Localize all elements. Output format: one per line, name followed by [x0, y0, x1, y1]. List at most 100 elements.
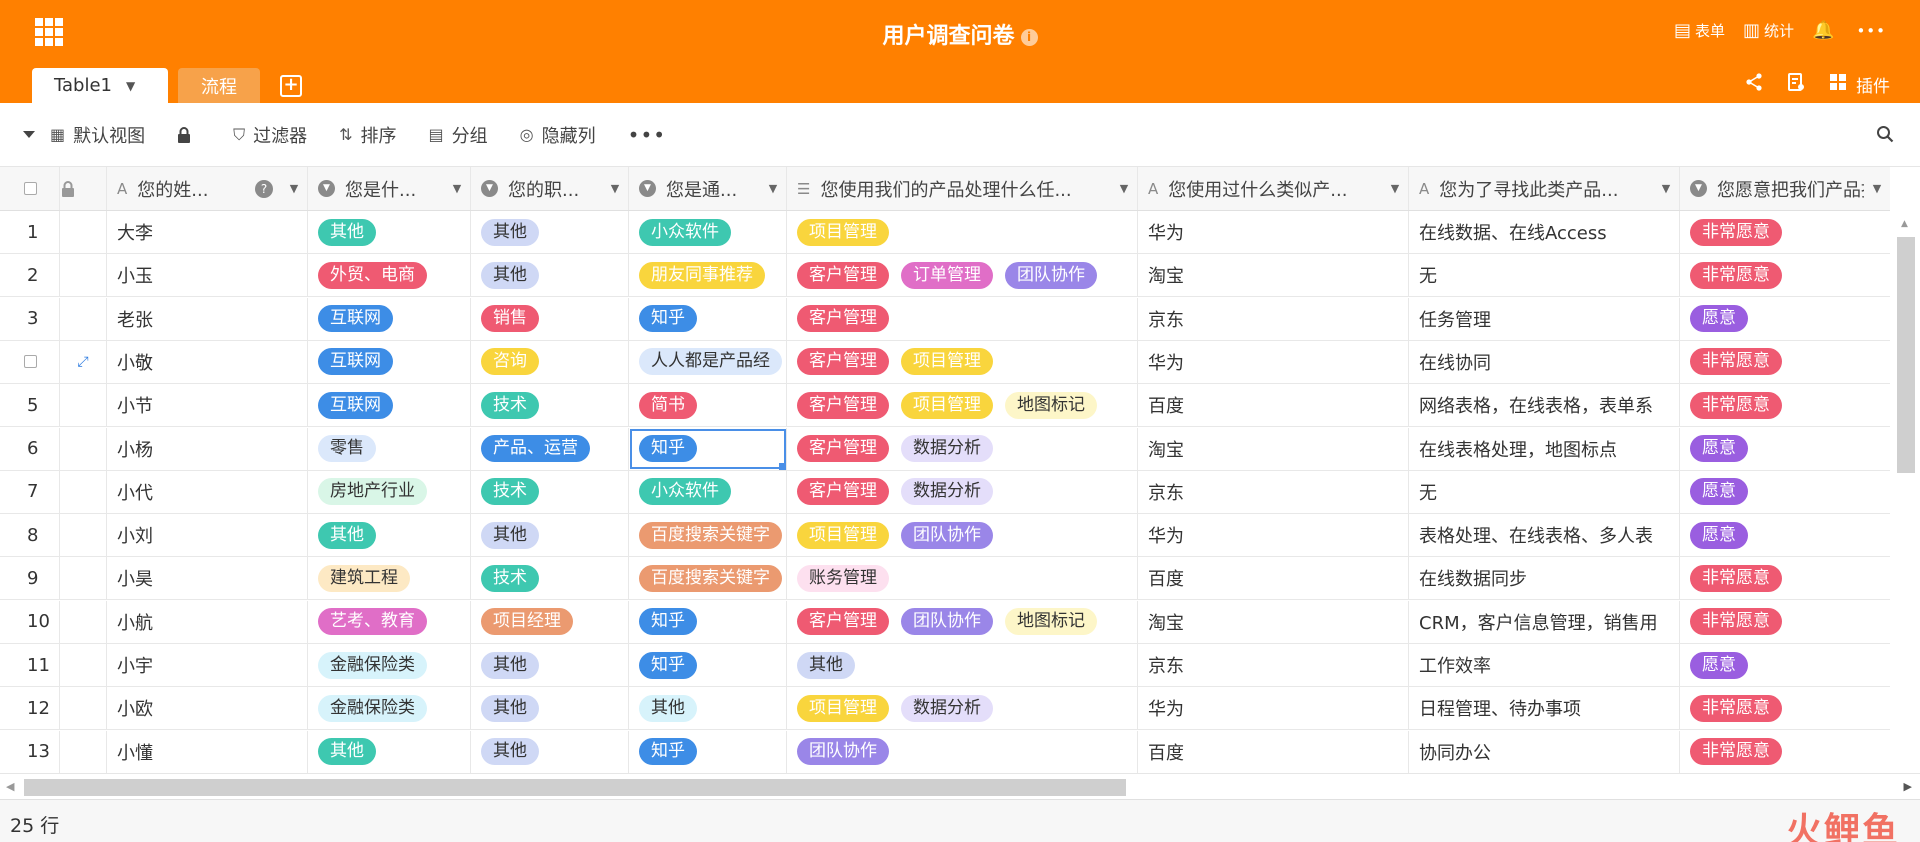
recommend-cell[interactable]: 愿意 [1680, 298, 1890, 340]
job-cell[interactable]: 技术 [471, 557, 629, 600]
column-header-recommend[interactable]: ▼ 您愿意把我们产品推... ▼ [1680, 167, 1890, 210]
job-cell[interactable]: 产品、运营 [471, 427, 629, 470]
name-cell[interactable]: 小懂 [107, 730, 308, 773]
similar-products-cell[interactable]: 淘宝 [1138, 427, 1409, 470]
chevron-down-icon[interactable]: ▼ [444, 182, 470, 195]
fill-handle[interactable] [779, 462, 786, 470]
row-expand-cell[interactable] [60, 297, 107, 340]
name-cell[interactable]: 小敬 [107, 340, 308, 383]
column-header-source[interactable]: ▼ 您是通... ▼ [629, 167, 787, 210]
sort-button[interactable]: ⇅ 排序 [339, 122, 396, 148]
row-expand-cell[interactable] [60, 514, 107, 557]
source-cell[interactable]: 知乎 [629, 297, 787, 340]
stats-button[interactable]: ▥ 统计 [1743, 20, 1794, 41]
lock-column-cell[interactable] [60, 167, 107, 210]
source-cell[interactable]: 知乎 [629, 730, 787, 773]
recommend-cell[interactable]: 愿意 [1680, 644, 1890, 686]
source-cell[interactable]: 朋友同事推荐 [629, 254, 787, 297]
row-number-cell[interactable]: 1 [0, 211, 60, 253]
chevron-down-icon[interactable]: ▼ [760, 182, 786, 195]
industry-cell[interactable]: 建筑工程 [308, 557, 471, 600]
recommend-cell[interactable]: 非常愿意 [1680, 687, 1890, 729]
tab-table1[interactable]: Table1 ▼ [32, 68, 168, 103]
group-button[interactable]: ▤ 分组 [429, 122, 488, 148]
job-cell[interactable]: 其他 [471, 730, 629, 773]
column-header-industry[interactable]: ▼ 您是什... ▼ [308, 167, 471, 210]
similar-products-cell[interactable]: 京东 [1138, 297, 1409, 340]
filter-button[interactable]: ⛉ 过滤器 [233, 122, 307, 148]
table-row[interactable]: 7 小代 房地产行业 技术 小众软件 客户管理 数据分析 京东无愿意 [0, 470, 1890, 514]
similar-products-cell[interactable]: 京东 [1138, 644, 1409, 686]
similar-products-cell[interactable]: 百度 [1138, 557, 1409, 600]
tasks-cell[interactable]: 项目管理 团队协作 [787, 514, 1138, 557]
chevron-down-icon[interactable]: ▼ [126, 79, 135, 93]
industry-cell[interactable]: 零售 [308, 427, 471, 470]
vertical-scrollbar[interactable]: ▲ [1897, 215, 1915, 775]
similar-products-cell[interactable]: 百度 [1138, 384, 1409, 427]
search-terms-cell[interactable]: 协同办公 [1409, 730, 1680, 773]
expand-record-icon[interactable]: ⤢ [77, 354, 88, 370]
table-row[interactable]: 11 小宇 金融保险类 其他 知乎 其他 京东 工作效率 愿意 [0, 644, 1890, 687]
row-expand-cell[interactable] [60, 384, 107, 427]
tasks-cell[interactable]: 团队协作 [787, 730, 1138, 773]
recommend-cell[interactable]: 非常愿意 [1680, 601, 1890, 643]
recommend-cell[interactable]: 非常愿意 [1680, 731, 1890, 773]
search-terms-cell[interactable]: 工作效率 [1409, 644, 1680, 686]
industry-cell[interactable]: 互联网 [308, 297, 471, 340]
chevron-down-icon[interactable]: ▼ [281, 182, 307, 195]
similar-products-cell[interactable]: 百度 [1138, 730, 1409, 773]
search-terms-cell[interactable]: 在线数据同步 [1409, 557, 1680, 600]
plugins-icon[interactable] [1828, 72, 1848, 97]
row-checkbox[interactable] [24, 355, 37, 369]
tasks-cell[interactable]: 项目管理 [787, 211, 1138, 253]
table-row[interactable]: 8 小刘 其他 其他 百度搜索关键字 项目管理 团队协作 华为 表格处理、在线表格、多人表 愿意 [0, 514, 1890, 558]
similar-products-cell[interactable]: 华为 [1138, 687, 1409, 730]
recommend-cell[interactable]: 愿意 [1680, 471, 1890, 513]
industry-cell[interactable]: 其他 [308, 730, 471, 773]
select-all-checkbox[interactable] [24, 182, 37, 195]
source-cell[interactable]: 百度搜索关键字 [629, 557, 787, 600]
chevron-down-icon[interactable]: ▼ [1382, 182, 1408, 195]
industry-cell[interactable]: 其他 [308, 211, 471, 253]
source-cell[interactable]: 知乎 [629, 600, 787, 643]
similar-products-cell[interactable]: 京东 [1138, 470, 1409, 513]
name-cell[interactable]: 小代 [107, 470, 308, 513]
more-button[interactable]: ••• [1856, 22, 1890, 40]
search-terms-cell[interactable]: 无 [1409, 254, 1680, 297]
recommend-cell[interactable]: 愿意 [1680, 428, 1890, 470]
chevron-down-icon[interactable]: ▼ [1864, 182, 1890, 195]
row-expand-cell[interactable] [60, 470, 107, 513]
row-number-cell[interactable]: 8 [0, 514, 60, 557]
row-number-cell[interactable]: 5 [0, 384, 60, 427]
tasks-cell[interactable]: 客户管理 [787, 297, 1138, 340]
column-header-tasks[interactable]: ☰ 您使用我们的产品处理什么任... ▼ [787, 167, 1138, 210]
recommend-cell[interactable]: 非常愿意 [1680, 254, 1890, 296]
job-cell[interactable]: 技术 [471, 470, 629, 513]
job-cell[interactable]: 咨询 [471, 340, 629, 383]
table-row[interactable]: 2 小玉 外贸、电商 其他 朋友同事推荐 客户管理 订单管理 团队协作 淘宝无非常愿意 [0, 254, 1890, 298]
row-expand-cell[interactable] [60, 211, 107, 253]
column-header-similar[interactable]: A 您使用过什么类似产... ▼ [1138, 167, 1409, 210]
row-number-cell[interactable]: 12 [0, 687, 60, 730]
job-cell[interactable]: 其他 [471, 687, 629, 730]
row-expand-cell[interactable] [60, 254, 107, 297]
search-terms-cell[interactable]: 无 [1409, 470, 1680, 513]
search-terms-cell[interactable]: 在线表格处理，地图标点 [1409, 427, 1680, 470]
similar-products-cell[interactable]: 淘宝 [1138, 254, 1409, 297]
row-expand-cell[interactable] [60, 600, 107, 643]
source-cell[interactable]: 简书 [629, 384, 787, 427]
recommend-cell[interactable]: 非常愿意 [1680, 211, 1890, 253]
row-number-cell[interactable]: 2 [0, 254, 60, 297]
row-number-cell[interactable] [0, 340, 60, 383]
job-cell[interactable]: 其他 [471, 211, 629, 253]
source-cell[interactable]: 小众软件 [629, 211, 787, 253]
name-cell[interactable]: 小刘 [107, 514, 308, 557]
source-cell[interactable]: 其他 [629, 687, 787, 730]
table-row[interactable]: 1 大李 其他 其他 小众软件 项目管理 华为 在线数据、在线Access 非常愿意 [0, 211, 1890, 254]
tab-flow[interactable]: 流程 [178, 68, 260, 103]
chevron-down-icon[interactable]: ▼ [1111, 182, 1137, 195]
form-button[interactable]: ▤ 表单 [1674, 20, 1725, 41]
search-terms-cell[interactable]: CRM，客户信息管理，销售用 [1409, 600, 1680, 643]
industry-cell[interactable]: 外贸、电商 [308, 254, 471, 297]
job-cell[interactable]: 销售 [471, 297, 629, 340]
